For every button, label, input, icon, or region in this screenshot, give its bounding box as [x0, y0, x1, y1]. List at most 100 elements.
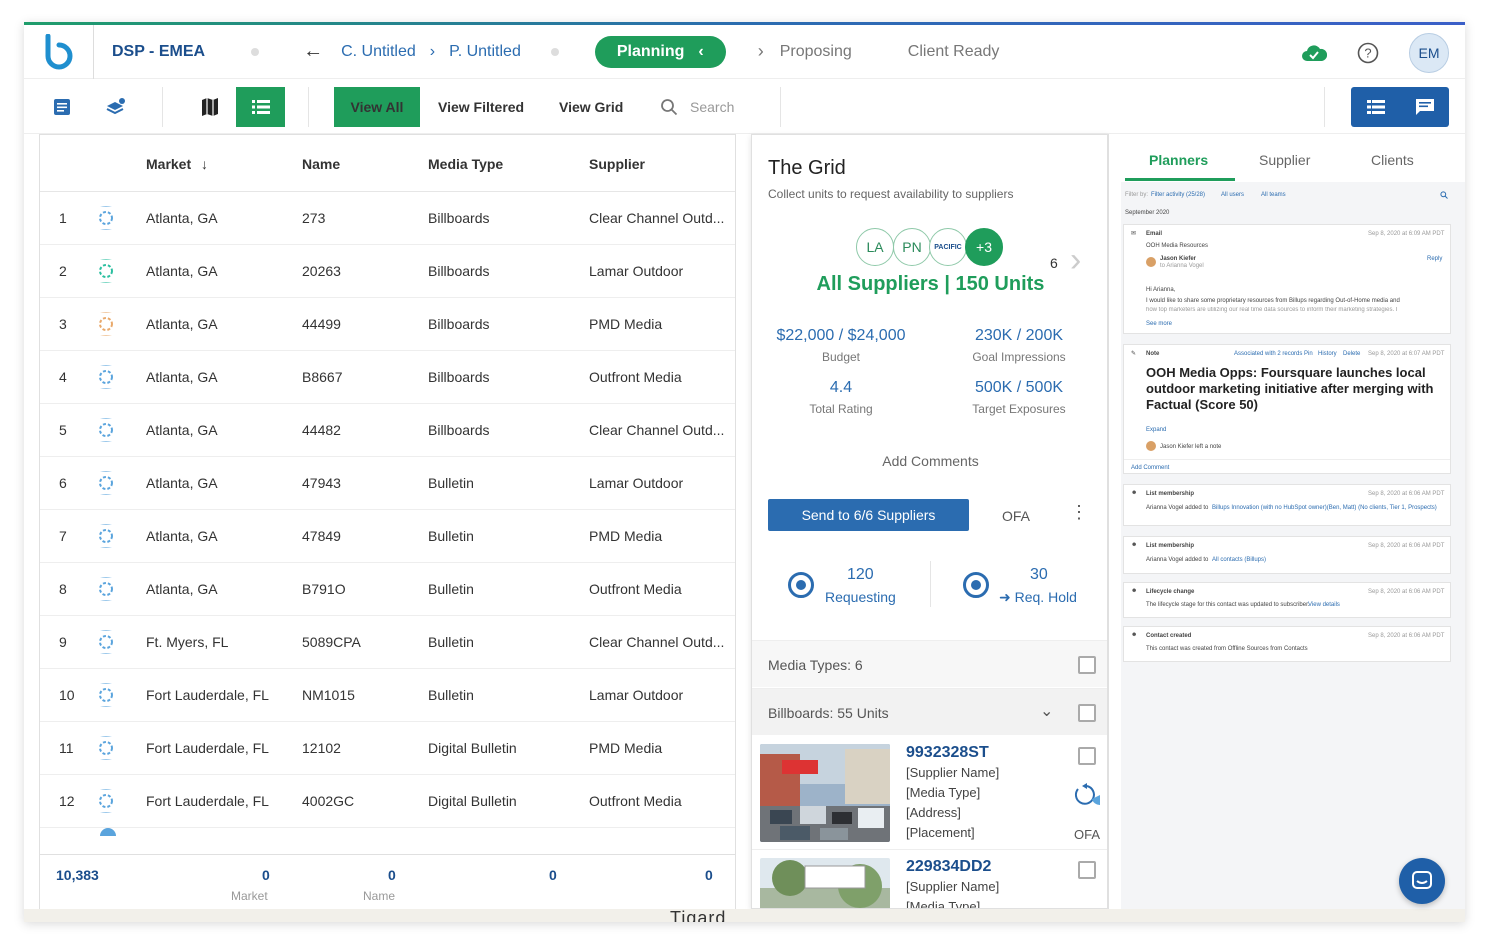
- list-view-icon[interactable]: [236, 87, 285, 127]
- table-row[interactable]: 1 Atlanta, GA 273 Billboards Clear Channel O…: [40, 192, 735, 245]
- unit-supplier: [Supplier Name]: [906, 879, 1000, 894]
- table-row[interactable]: 9 Ft. Myers, FL 5089CPA Bulletin Clear Chann…: [40, 616, 735, 669]
- chevron-right-icon[interactable]: ›: [1070, 243, 1081, 277]
- app-logo[interactable]: [24, 24, 94, 79]
- stage-proposing[interactable]: Proposing: [780, 43, 852, 61]
- app-header: DSP - EMEA ← C. Untitled › P. Untitled P…: [24, 24, 1465, 79]
- activity-card-list-membership[interactable]: ☻ List membership Sep 8, 2020 at 6:06 AM…: [1123, 536, 1451, 574]
- chevron-down-icon[interactable]: ⌄: [1040, 701, 1053, 721]
- sort-down-icon[interactable]: ↓: [201, 156, 208, 172]
- all-suppliers-summary[interactable]: All Suppliers | 150 Units: [752, 273, 1107, 296]
- reply-link[interactable]: Reply: [1427, 256, 1442, 262]
- card-date: Sep 8, 2020 at 6:09 AM PDT: [1368, 231, 1445, 237]
- document-icon[interactable]: [40, 87, 84, 127]
- table-row[interactable]: 8 Atlanta, GA B791O Bulletin Outfront Media: [40, 563, 735, 616]
- send-to-suppliers-button[interactable]: Send to 6/6 Suppliers: [768, 499, 969, 531]
- table-row[interactable]: 4 Atlanta, GA B8667 Billboards Outfront Medi…: [40, 351, 735, 404]
- media-types-section[interactable]: Media Types: 6: [752, 640, 1107, 687]
- table-row[interactable]: 11 Fort Lauderdale, FL 12102 Digital Bullet…: [40, 722, 735, 775]
- filter-activity[interactable]: Filter activity (25/28): [1151, 192, 1205, 198]
- view-all-tab[interactable]: View All: [334, 87, 420, 127]
- table-row[interactable]: 10 Fort Lauderdale, FL NM1015 Bulletin Lamar…: [40, 669, 735, 722]
- row-number: 12: [59, 793, 75, 809]
- refresh-icon[interactable]: [1074, 783, 1102, 809]
- media-types-checkbox[interactable]: [1078, 656, 1096, 674]
- unit-marker-icon: [99, 683, 113, 707]
- unit-id[interactable]: 229834DD2: [906, 858, 991, 876]
- list-link[interactable]: All contacts (Billups): [1212, 557, 1266, 563]
- table-row[interactable]: 7 Atlanta, GA 47849 Bulletin PMD Media: [40, 510, 735, 563]
- supplier-bubble-la[interactable]: LA: [856, 228, 894, 266]
- search-icon: [661, 99, 678, 116]
- activity-card-lifecycle[interactable]: ☻ Lifecycle change Sep 8, 2020 at 6:06 A…: [1123, 582, 1451, 618]
- search-field[interactable]: Search: [660, 87, 734, 127]
- requesting-radio[interactable]: [788, 572, 814, 598]
- stage-client-ready[interactable]: Client Ready: [908, 43, 1000, 61]
- history-link[interactable]: History: [1318, 351, 1337, 357]
- column-market[interactable]: Market ↓: [146, 156, 208, 172]
- more-options-icon[interactable]: ⋮: [1070, 503, 1088, 521]
- ofa-label[interactable]: OFA: [1002, 508, 1030, 524]
- map-view-icon[interactable]: [188, 87, 232, 127]
- add-comments-link[interactable]: Add Comments: [752, 453, 1107, 469]
- column-supplier[interactable]: Supplier: [589, 156, 729, 172]
- list-link[interactable]: Billups Innovation (with no HubSpot owne…: [1212, 505, 1437, 511]
- filter-users[interactable]: All users: [1221, 192, 1244, 198]
- unit-checkbox[interactable]: [1078, 861, 1096, 879]
- expand-link[interactable]: Expand: [1146, 427, 1166, 433]
- see-more-link[interactable]: See more: [1146, 321, 1172, 327]
- table-row[interactable]: 6 Atlanta, GA 47943 Bulletin Lamar Outdoor: [40, 457, 735, 510]
- view-grid-tab[interactable]: View Grid: [559, 87, 623, 127]
- table-view-icon[interactable]: [1351, 87, 1400, 127]
- back-arrow-icon[interactable]: ←: [303, 40, 323, 63]
- breadcrumb-campaign[interactable]: C. Untitled: [341, 43, 416, 61]
- activity-card-list-membership[interactable]: ☻ List membership Sep 8, 2020 at 6:06 AM…: [1123, 484, 1451, 526]
- table-row[interactable]: 2 Atlanta, GA 20263 Billboards Lamar Outdoor: [40, 245, 735, 298]
- table-row[interactable]: 12 Fort Lauderdale, FL 4002GC Digital Bulle…: [40, 775, 735, 828]
- activity-card-note[interactable]: ✎ Note Associated with 2 records Pin His…: [1123, 344, 1451, 474]
- view-details-link[interactable]: View details: [1308, 602, 1340, 608]
- unit-photo[interactable]: [760, 858, 890, 908]
- tab-clients[interactable]: Clients: [1371, 152, 1414, 168]
- supplier-bubble-pn[interactable]: PN: [893, 228, 931, 266]
- workspace-title[interactable]: DSP - EMEA: [112, 43, 205, 61]
- table-row[interactable]: 5 Atlanta, GA 44482 Billboards Clear Channel…: [40, 404, 735, 457]
- associations-link[interactable]: Associated with 2 records: [1234, 351, 1302, 357]
- tab-planners[interactable]: Planners: [1149, 152, 1208, 168]
- delete-link[interactable]: Delete: [1343, 351, 1360, 357]
- unit-photo[interactable]: [760, 744, 890, 842]
- pin-link[interactable]: Pin: [1304, 351, 1313, 357]
- supplier-bubble-more[interactable]: +3: [965, 228, 1003, 266]
- help-icon[interactable]: ?: [1357, 42, 1379, 64]
- comment-icon[interactable]: [1400, 87, 1449, 127]
- supplier-count: 0: [705, 867, 713, 883]
- user-avatar[interactable]: EM: [1409, 33, 1449, 73]
- activity-card-email[interactable]: ✉ Email Sep 8, 2020 at 6:09 AM PDT OOH M…: [1123, 224, 1451, 334]
- stage-planning-button[interactable]: Planning ‹: [594, 35, 726, 68]
- billboards-checkbox[interactable]: [1078, 704, 1096, 722]
- unit-id[interactable]: 9932328ST: [906, 744, 989, 762]
- unit-checkbox[interactable]: [1078, 747, 1096, 765]
- row-number: 2: [59, 263, 67, 279]
- search-icon[interactable]: [1440, 191, 1448, 199]
- unit-marker-icon: [100, 828, 116, 836]
- table-row[interactable]: 3 Atlanta, GA 44499 Billboards PMD Media: [40, 298, 735, 351]
- req-hold-radio[interactable]: [963, 572, 989, 598]
- column-name[interactable]: Name: [302, 156, 340, 172]
- add-comment-link[interactable]: Add Comment: [1131, 465, 1169, 471]
- note-headline: OOH Media Opps: Foursquare launches loca…: [1146, 365, 1434, 412]
- activity-card-contact-created[interactable]: ☻ Contact created Sep 8, 2020 at 6:06 AM…: [1123, 626, 1451, 662]
- layers-icon[interactable]: [94, 87, 138, 127]
- breadcrumb-plan[interactable]: P. Untitled: [449, 43, 521, 61]
- column-media-type[interactable]: Media Type: [428, 156, 503, 172]
- divider: [308, 87, 309, 127]
- supplier-bubble-pacific-logo[interactable]: PACIFIC: [929, 228, 967, 266]
- chat-button[interactable]: [1399, 858, 1445, 904]
- divider: [1324, 87, 1325, 127]
- billboards-section[interactable]: Billboards: 55 Units ⌄: [752, 688, 1107, 735]
- view-filtered-tab[interactable]: View Filtered: [438, 87, 524, 127]
- cloud-check-icon[interactable]: [1301, 43, 1327, 63]
- tab-supplier[interactable]: Supplier: [1259, 152, 1310, 168]
- name-cell: 44499: [302, 316, 341, 332]
- filter-teams[interactable]: All teams: [1261, 192, 1286, 198]
